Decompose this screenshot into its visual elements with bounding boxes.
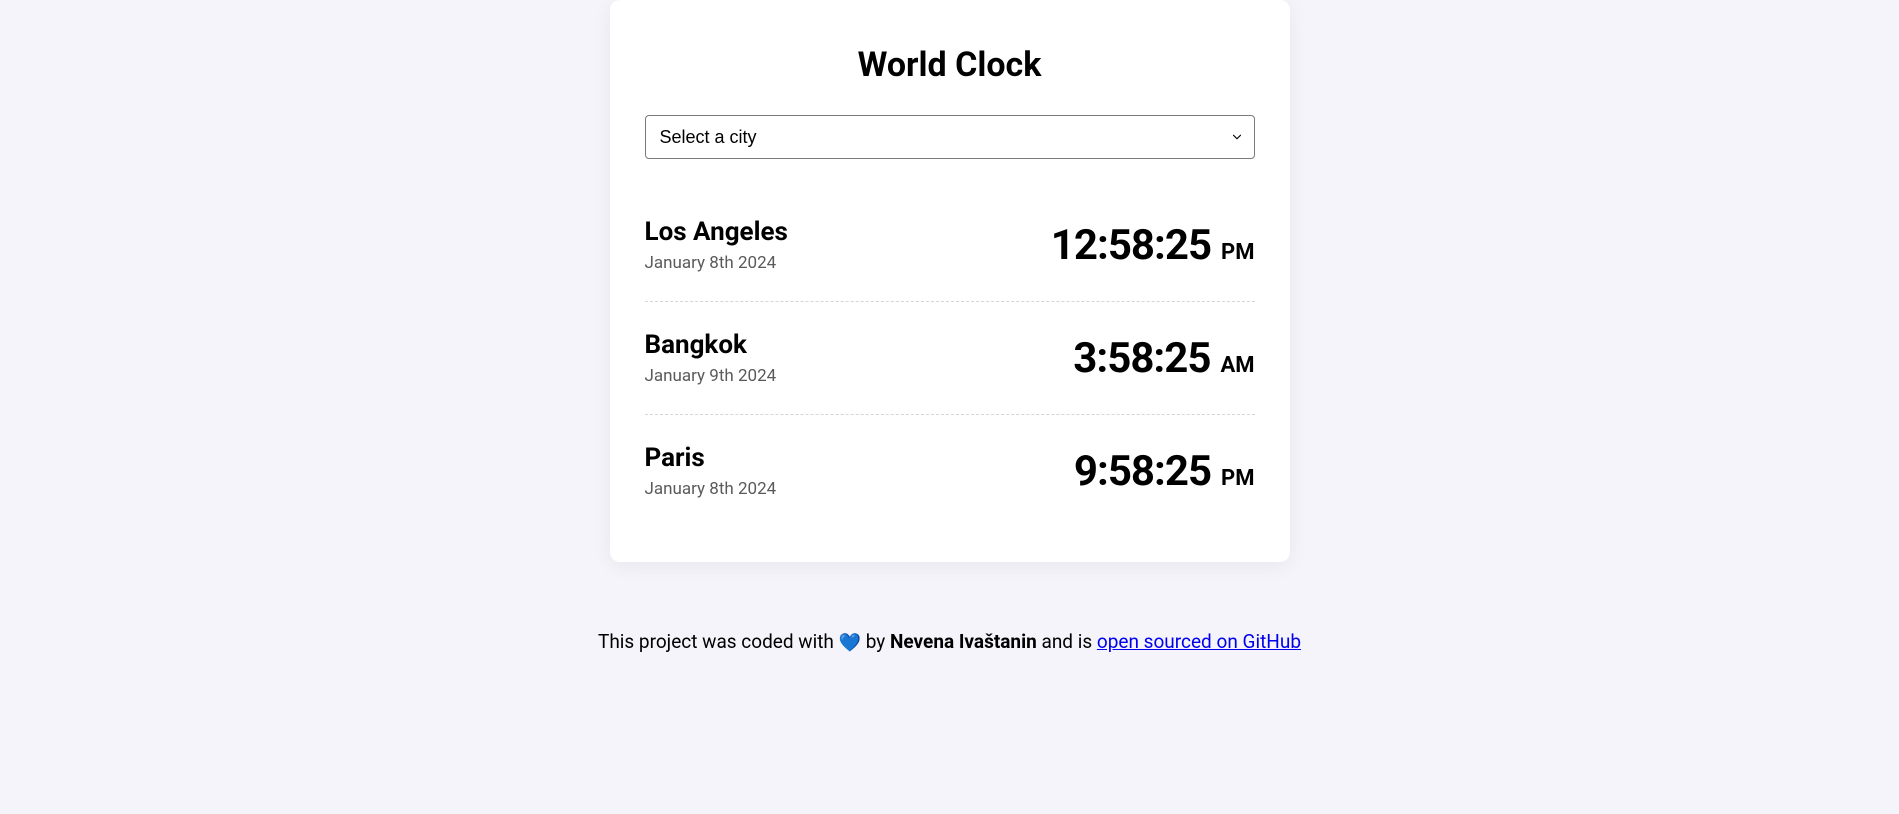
city-date: January 8th 2024 — [645, 253, 788, 273]
footer: This project was coded with 💙 by Nevena … — [598, 630, 1301, 653]
city-ampm: PM — [1221, 466, 1254, 491]
city-row-bangkok: Bangkok January 9th 2024 3:58:25 AM — [645, 301, 1255, 404]
city-time: 9:58:25 — [1074, 447, 1211, 496]
city-time-block: 9:58:25 PM — [1074, 447, 1255, 496]
world-clock-card: World Clock Select a city Los Angeles Ja… — [610, 0, 1290, 562]
city-time: 12:58:25 — [1051, 221, 1211, 270]
city-info: Paris January 8th 2024 — [645, 443, 777, 499]
footer-by: by — [861, 630, 890, 653]
city-info: Los Angeles January 8th 2024 — [645, 217, 788, 273]
city-date: January 8th 2024 — [645, 479, 777, 499]
city-row-los-angeles: Los Angeles January 8th 2024 12:58:25 PM — [645, 199, 1255, 291]
city-select[interactable]: Select a city — [645, 115, 1255, 159]
city-name: Paris — [645, 443, 777, 473]
city-time: 3:58:25 — [1073, 334, 1210, 383]
footer-prefix: This project was coded with — [598, 630, 839, 653]
heart-icon: 💙 — [839, 632, 861, 653]
city-info: Bangkok January 9th 2024 — [645, 330, 777, 386]
footer-middle: and is — [1037, 630, 1097, 653]
city-ampm: PM — [1221, 240, 1254, 265]
city-name: Los Angeles — [645, 217, 788, 247]
city-date: January 9th 2024 — [645, 366, 777, 386]
city-row-paris: Paris January 8th 2024 9:58:25 PM — [645, 414, 1255, 517]
city-time-block: 3:58:25 AM — [1073, 334, 1254, 383]
github-link[interactable]: open sourced on GitHub — [1097, 630, 1301, 653]
city-name: Bangkok — [645, 330, 777, 360]
city-time-block: 12:58:25 PM — [1051, 221, 1255, 270]
page-title: World Clock — [645, 45, 1255, 85]
city-ampm: AM — [1220, 353, 1254, 378]
footer-author: Nevena Ivaštanin — [890, 630, 1037, 653]
